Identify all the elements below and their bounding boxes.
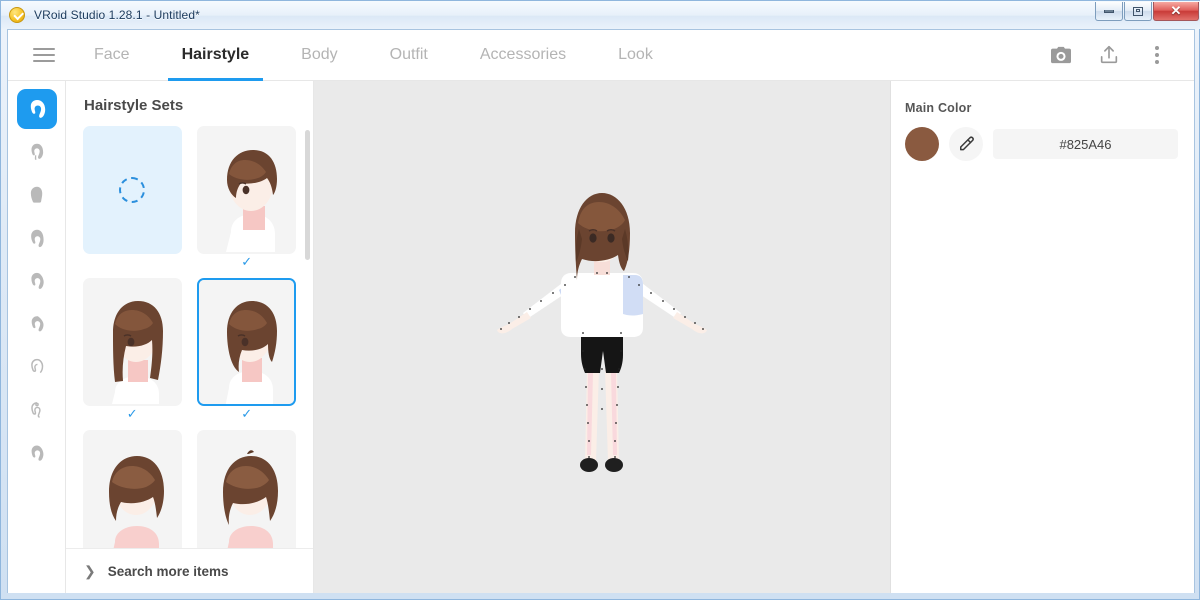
no-hair-icon bbox=[119, 177, 145, 203]
close-button[interactable]: ✕ bbox=[1153, 2, 1199, 21]
rail-item-hairstyle-sets[interactable] bbox=[17, 89, 57, 129]
body-row: Hairstyle Sets bbox=[8, 81, 1195, 593]
window-controls: ✕ bbox=[1095, 2, 1199, 21]
thumbnail-scroll-area[interactable]: ✓ bbox=[66, 126, 313, 548]
tab-outfit[interactable]: Outfit bbox=[364, 30, 454, 81]
tab-label: Outfit bbox=[390, 46, 428, 64]
kebab-menu-icon[interactable] bbox=[1144, 42, 1170, 68]
hairstyle-thumbnail-short-layered-brown[interactable] bbox=[83, 430, 182, 548]
tab-label: Body bbox=[301, 46, 337, 64]
hairstyle-thumbnail-short-bob-brown[interactable] bbox=[197, 126, 296, 254]
list-item bbox=[80, 430, 185, 548]
tab-body[interactable]: Body bbox=[275, 30, 363, 81]
title-bar: VRoid Studio 1.28.1 - Untitled* ✕ bbox=[1, 1, 1200, 29]
thumbnail-grid: ✓ bbox=[80, 126, 299, 548]
thumbnail-scrollbar[interactable] bbox=[305, 130, 310, 260]
list-item: ✓ bbox=[80, 278, 185, 422]
rail-item-hair-preset-7[interactable] bbox=[17, 347, 57, 387]
rail-item-hair-preset-4[interactable] bbox=[17, 218, 57, 258]
list-item: ✓ bbox=[195, 126, 300, 270]
hair-category-rail bbox=[8, 81, 66, 593]
list-item bbox=[195, 430, 300, 548]
tab-face[interactable]: Face bbox=[68, 30, 156, 81]
color-swatch[interactable] bbox=[905, 127, 939, 161]
hairstyle-thumbnail-long-straight-brown[interactable] bbox=[83, 278, 182, 406]
main-color-row: #825A46 bbox=[905, 127, 1178, 161]
tab-label: Look bbox=[618, 46, 653, 64]
rail-item-hair-preset-2[interactable] bbox=[17, 132, 57, 172]
main-tabs: Face Hairstyle Body Outfit Accessories L… bbox=[68, 30, 679, 81]
rail-item-hair-preset-5[interactable] bbox=[17, 261, 57, 301]
eyedropper-icon[interactable] bbox=[949, 127, 983, 161]
rail-item-hair-preset-3[interactable] bbox=[17, 175, 57, 215]
list-item: ✓ bbox=[195, 278, 300, 422]
search-more-items-label: Search more items bbox=[108, 564, 229, 579]
minimize-button[interactable] bbox=[1095, 2, 1123, 21]
toolbar-actions bbox=[1048, 42, 1170, 68]
owned-check: ✓ bbox=[241, 254, 252, 270]
rail-item-hair-preset-8[interactable] bbox=[17, 390, 57, 430]
owned-check: ✓ bbox=[241, 406, 252, 422]
color-hex-input[interactable]: #825A46 bbox=[993, 129, 1178, 159]
hairstyle-sets-panel: Hairstyle Sets bbox=[66, 81, 314, 593]
main-color-label: Main Color bbox=[905, 101, 1178, 115]
application-window: VRoid Studio 1.28.1 - Untitled* ✕ Face H… bbox=[0, 0, 1200, 600]
tab-label: Accessories bbox=[480, 46, 566, 64]
window-title: VRoid Studio 1.28.1 - Untitled* bbox=[34, 8, 200, 22]
tab-look[interactable]: Look bbox=[592, 30, 679, 81]
chevron-right-icon: ❯ bbox=[84, 563, 96, 580]
properties-panel: Main Color #825A46 bbox=[890, 81, 1195, 593]
hamburger-icon[interactable] bbox=[20, 48, 68, 62]
avatar-model bbox=[487, 173, 717, 503]
search-more-items-button[interactable]: ❯ Search more items bbox=[66, 548, 313, 593]
panel-title: Hairstyle Sets bbox=[66, 81, 313, 126]
client-area: Face Hairstyle Body Outfit Accessories L… bbox=[7, 29, 1195, 593]
tab-label: Face bbox=[94, 46, 130, 64]
close-icon: ✕ bbox=[1171, 3, 1182, 19]
list-item bbox=[80, 126, 185, 270]
vroid-check-icon bbox=[9, 7, 25, 23]
hairstyle-thumbnail-none[interactable] bbox=[83, 126, 182, 254]
model-viewport[interactable] bbox=[314, 81, 890, 593]
hairstyle-thumbnail-medium-bob-brown[interactable] bbox=[197, 278, 296, 406]
rail-item-hair-preset-9[interactable] bbox=[17, 433, 57, 473]
hairstyle-thumbnail-short-messy-brown[interactable] bbox=[197, 430, 296, 548]
tab-hairstyle[interactable]: Hairstyle bbox=[156, 30, 276, 81]
camera-icon[interactable] bbox=[1048, 42, 1074, 68]
maximize-button[interactable] bbox=[1124, 2, 1152, 21]
top-navigation: Face Hairstyle Body Outfit Accessories L… bbox=[8, 30, 1195, 81]
owned-check: ✓ bbox=[127, 406, 138, 422]
tab-label: Hairstyle bbox=[182, 46, 250, 64]
export-icon[interactable] bbox=[1096, 42, 1122, 68]
rail-item-hair-preset-6[interactable] bbox=[17, 304, 57, 344]
tab-accessories[interactable]: Accessories bbox=[454, 30, 592, 81]
